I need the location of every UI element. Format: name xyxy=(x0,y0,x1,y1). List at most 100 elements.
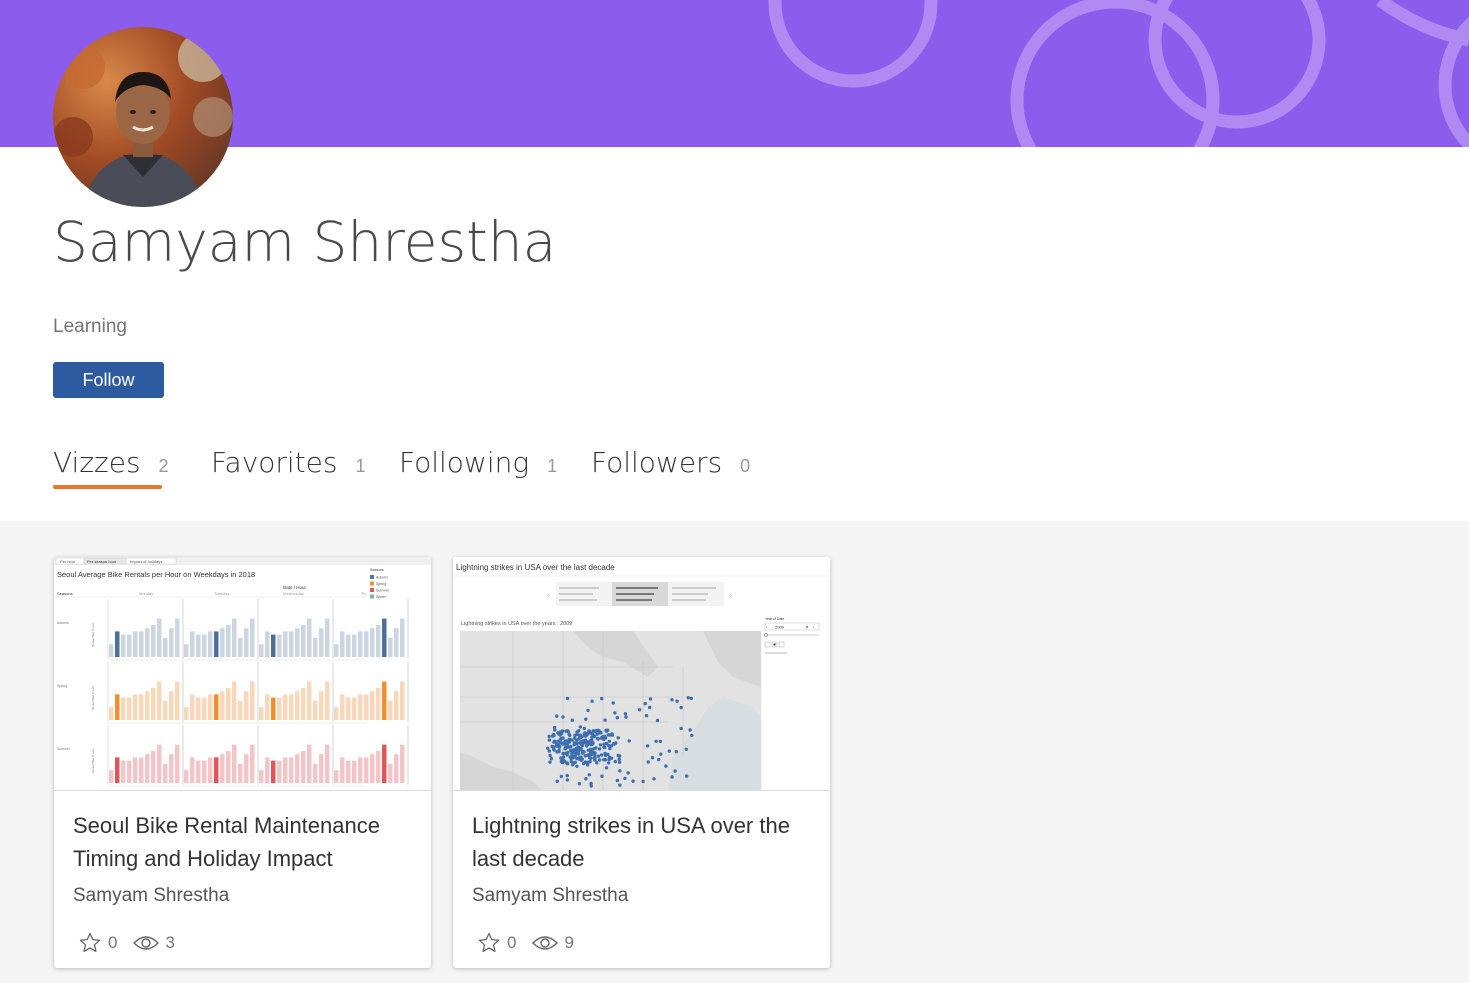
thumb-bar xyxy=(382,618,387,657)
thumb-bar xyxy=(133,694,138,720)
thumb-bar xyxy=(109,644,114,657)
thumb-bar xyxy=(244,628,249,657)
thumb-strike-dot xyxy=(641,779,645,784)
viz-thumbnail-image: Lightning strikes in USA over the last d… xyxy=(453,563,830,790)
thumb-strike-dot xyxy=(617,760,622,764)
thumb-strike-dot xyxy=(565,778,569,782)
thumb-strike-dot xyxy=(627,739,631,743)
thumb-strike-dot xyxy=(565,773,569,778)
viz-author[interactable]: Samyam Shrestha xyxy=(73,885,229,907)
viz-author[interactable]: Samyam Shrestha xyxy=(472,885,628,907)
thumb-strike-dot xyxy=(606,761,611,765)
thumb-bar xyxy=(394,754,399,783)
viz-title[interactable]: Lightning strikes in USA over the last d… xyxy=(472,809,817,875)
thumb-bar xyxy=(127,760,132,783)
thumb-strike-dot xyxy=(624,715,628,719)
thumb-bar xyxy=(121,634,126,657)
thumb-bar xyxy=(133,631,138,657)
thumb-bar xyxy=(301,625,306,657)
thumb-strike-dot xyxy=(580,751,585,755)
thumb-strike-dot xyxy=(592,734,596,738)
follow-button[interactable]: Follow xyxy=(53,362,164,398)
thumb-strike-dot xyxy=(568,737,572,742)
thumb-strike-dot xyxy=(575,738,579,743)
star-outline-icon[interactable] xyxy=(477,931,501,955)
tab-vizzes[interactable]: Vizzes 2 xyxy=(53,446,169,490)
thumb-strike-dot xyxy=(673,769,677,773)
thumb-bar xyxy=(175,681,180,720)
thumb-strike-dot xyxy=(560,729,565,733)
thumb-bar xyxy=(283,757,288,783)
thumb-bar xyxy=(157,681,162,720)
thumb-strike-dot xyxy=(586,708,590,713)
thumb-bar xyxy=(283,694,288,720)
thumb-strike-dot xyxy=(569,744,573,749)
viz-card[interactable]: Per hour Per season hour Impact of holid… xyxy=(54,557,431,968)
thumb-strike-dot xyxy=(578,725,583,729)
thumb-strike-dot xyxy=(613,759,617,764)
thumb-strike-dot xyxy=(590,742,594,746)
thumb-strike-dot xyxy=(679,726,683,731)
thumb-strike-dot xyxy=(616,736,620,740)
thumb-strike-dot xyxy=(611,701,615,705)
thumb-bar xyxy=(121,760,126,783)
thumb-bar xyxy=(265,631,270,657)
star-outline-icon[interactable] xyxy=(78,931,102,955)
thumb-bar xyxy=(382,744,387,783)
thumb-bar xyxy=(115,757,120,783)
tab-followers[interactable]: Followers 0 xyxy=(591,446,750,490)
thumb-strike-dot xyxy=(555,779,559,783)
thumb-bar xyxy=(163,637,168,657)
thumb-strike-dot xyxy=(598,730,602,734)
viz-title[interactable]: Seoul Bike Rental Maintenance Timing and… xyxy=(73,809,418,875)
favorite-count-group[interactable]: 0 xyxy=(477,931,516,955)
thumb-strike-dot xyxy=(578,733,582,737)
viz-thumbnail[interactable]: Per hour Per season hour Impact of holid… xyxy=(54,557,431,791)
thumb-bar xyxy=(346,697,351,720)
favorite-count-group[interactable]: 0 xyxy=(78,931,117,955)
thumb-strike-dot xyxy=(565,696,570,701)
tab-following[interactable]: Following 1 xyxy=(399,446,557,490)
thumb-bar xyxy=(226,688,231,720)
thumb-bar xyxy=(313,700,318,720)
tab-favorites[interactable]: Favorites 1 xyxy=(211,446,366,490)
thumb-bar xyxy=(301,751,306,783)
thumb-bar xyxy=(169,754,174,783)
thumb-legend-swatch xyxy=(370,588,374,592)
thumb-strike-dot xyxy=(594,746,598,750)
thumb-bar xyxy=(364,757,369,783)
viz-thumbnail[interactable]: Lightning strikes in USA over the last d… xyxy=(453,557,830,791)
thumb-strike-dot xyxy=(577,746,581,750)
thumb-bar xyxy=(145,754,150,783)
thumb-bar xyxy=(232,618,237,657)
thumb-bar xyxy=(202,634,207,657)
thumb-strike-dot xyxy=(603,745,607,750)
thumb-bar xyxy=(145,628,150,657)
thumb-strike-dot xyxy=(547,734,551,738)
viz-card[interactable]: Lightning strikes in USA over the last d… xyxy=(453,557,830,968)
thumb-bar xyxy=(400,681,405,720)
thumb-strike-dot xyxy=(548,753,552,758)
thumb-bar xyxy=(163,763,168,783)
thumb-strike-dot xyxy=(582,733,587,737)
thumb-strike-dot xyxy=(583,741,588,745)
thumb-bar xyxy=(334,770,339,783)
thumb-bar xyxy=(151,625,156,657)
thumb-bar xyxy=(340,631,345,657)
thumb-bar xyxy=(388,637,393,657)
thumb-legend-title: Seasons xyxy=(370,568,384,572)
thumb-bar xyxy=(121,697,126,720)
thumb-strike-dot xyxy=(690,733,694,738)
avatar-photo xyxy=(53,27,233,207)
thumb-bar xyxy=(259,770,264,783)
thumb-strike-dot xyxy=(568,733,572,738)
thumb-strike-dot xyxy=(582,726,586,731)
thumb-strike-dot xyxy=(591,751,596,755)
thumb-strike-dot xyxy=(618,769,622,773)
thumb-strike-dot xyxy=(655,718,660,723)
thumb-bar xyxy=(340,757,345,783)
profile-bio: Learning xyxy=(53,316,127,337)
thumb-axis-title: Rental Bike Count xyxy=(91,749,95,773)
thumb-bar xyxy=(157,744,162,783)
thumb-bar xyxy=(145,691,150,720)
